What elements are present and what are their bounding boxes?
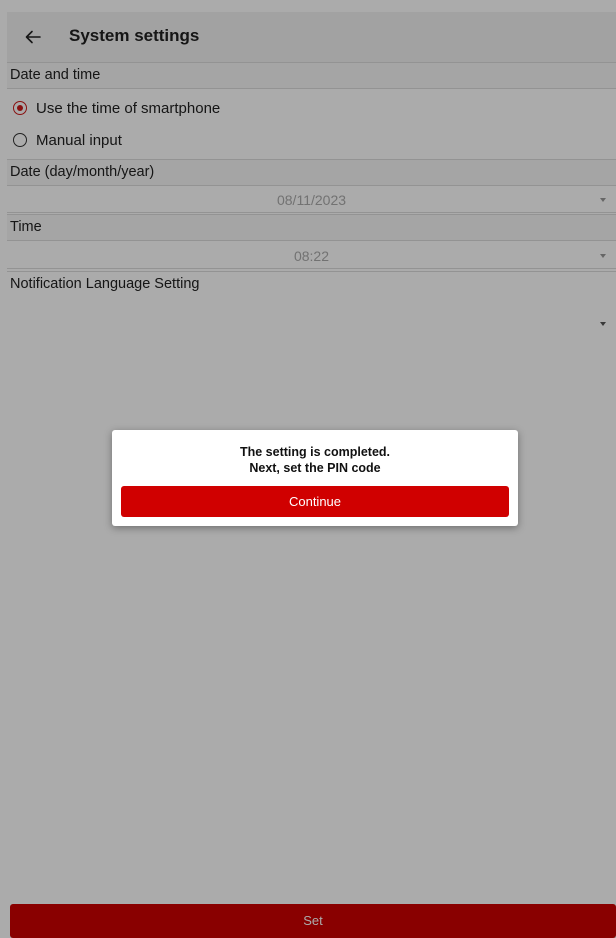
dialog-message-line2: Next, set the PIN code bbox=[249, 461, 381, 475]
dialog-message-line1: The setting is completed. bbox=[239, 445, 391, 459]
continue-button[interactable]: Continue bbox=[121, 486, 509, 517]
screen: System settings Date and time Use the ti… bbox=[0, 0, 616, 938]
completion-dialog: The setting is completed. Next, set the … bbox=[112, 430, 518, 526]
dialog-message: The setting is completed. Next, set the … bbox=[112, 444, 518, 476]
